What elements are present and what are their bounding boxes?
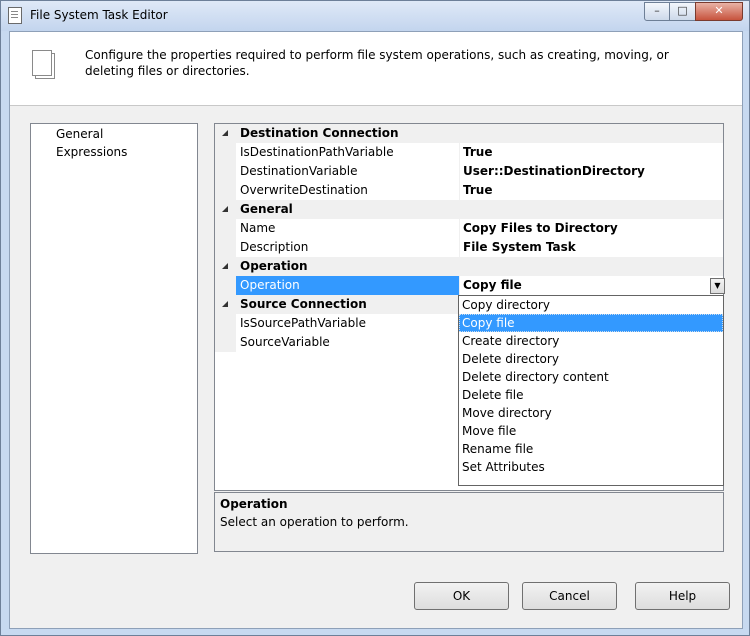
- dropdown-option[interactable]: Rename file: [459, 440, 723, 458]
- category-label: General: [240, 202, 293, 216]
- property-name: Description: [240, 240, 309, 254]
- property-name: Name: [240, 221, 276, 235]
- property-name: Operation: [240, 278, 300, 292]
- property-row[interactable]: IsDestinationPathVariable True: [215, 143, 723, 162]
- category-label: Source Connection: [240, 297, 367, 311]
- header-panel: Configure the properties required to per…: [10, 32, 742, 106]
- dropdown-option[interactable]: Copy directory: [459, 296, 723, 314]
- help-description: Select an operation to perform.: [220, 515, 409, 529]
- property-name: OverwriteDestination: [240, 183, 368, 197]
- property-name: SourceVariable: [240, 335, 330, 349]
- category-label: Destination Connection: [240, 126, 399, 140]
- category-general[interactable]: General: [215, 200, 723, 219]
- property-value[interactable]: True: [463, 181, 492, 200]
- property-value[interactable]: True: [463, 143, 492, 162]
- collapse-icon[interactable]: [222, 206, 228, 212]
- nav-list: General Expressions: [30, 123, 198, 554]
- property-row[interactable]: Name Copy Files to Directory: [215, 219, 723, 238]
- collapse-icon[interactable]: [222, 301, 228, 307]
- close-button[interactable]: ✕: [695, 2, 743, 21]
- category-operation[interactable]: Operation: [215, 257, 723, 276]
- property-name: IsDestinationPathVariable: [240, 145, 394, 159]
- title-bar[interactable]: File System Task Editor – □ ✕: [1, 1, 749, 31]
- dialog-window: File System Task Editor – □ ✕ Configure …: [0, 0, 750, 636]
- nav-item-general[interactable]: General: [56, 127, 103, 141]
- dropdown-option[interactable]: Create directory: [459, 332, 723, 350]
- dropdown-option[interactable]: Move file: [459, 422, 723, 440]
- collapse-icon[interactable]: [222, 130, 228, 136]
- nav-item-expressions[interactable]: Expressions: [56, 145, 127, 159]
- help-title: Operation: [220, 497, 288, 511]
- dropdown-option[interactable]: Delete directory: [459, 350, 723, 368]
- property-row[interactable]: DestinationVariable User::DestinationDir…: [215, 162, 723, 181]
- ok-button[interactable]: OK: [414, 582, 509, 610]
- pages-icon: [32, 50, 52, 76]
- category-destination-connection[interactable]: Destination Connection: [215, 124, 723, 143]
- category-label: Operation: [240, 259, 308, 273]
- property-name: DestinationVariable: [240, 164, 358, 178]
- document-icon: [8, 7, 22, 24]
- collapse-icon[interactable]: [222, 263, 228, 269]
- help-panel: Operation Select an operation to perform…: [214, 492, 724, 552]
- window-title: File System Task Editor: [30, 8, 168, 22]
- operation-dropdown-list[interactable]: Copy directory Copy file Create director…: [458, 295, 724, 486]
- dropdown-option[interactable]: Delete file: [459, 386, 723, 404]
- property-value[interactable]: File System Task: [463, 238, 576, 257]
- minimize-button[interactable]: –: [644, 2, 670, 21]
- property-row[interactable]: Description File System Task: [215, 238, 723, 257]
- operation-value[interactable]: Copy file: [463, 276, 522, 295]
- dropdown-option-selected[interactable]: Copy file: [459, 314, 723, 332]
- dropdown-option[interactable]: Move directory: [459, 404, 723, 422]
- chevron-down-icon[interactable]: ▼: [710, 278, 725, 294]
- property-row[interactable]: OverwriteDestination True: [215, 181, 723, 200]
- maximize-button[interactable]: □: [669, 2, 696, 21]
- header-description: Configure the properties required to per…: [85, 48, 669, 78]
- help-button[interactable]: Help: [635, 582, 730, 610]
- property-name: IsSourcePathVariable: [240, 316, 366, 330]
- dropdown-option[interactable]: Set Attributes: [459, 458, 723, 476]
- property-value[interactable]: Copy Files to Directory: [463, 219, 618, 238]
- property-row-selected[interactable]: Operation Copy file ▼: [215, 276, 725, 295]
- cancel-button[interactable]: Cancel: [522, 582, 617, 610]
- dropdown-option[interactable]: Delete directory content: [459, 368, 723, 386]
- property-value[interactable]: User::DestinationDirectory: [463, 162, 645, 181]
- dialog-body: Configure the properties required to per…: [9, 31, 743, 629]
